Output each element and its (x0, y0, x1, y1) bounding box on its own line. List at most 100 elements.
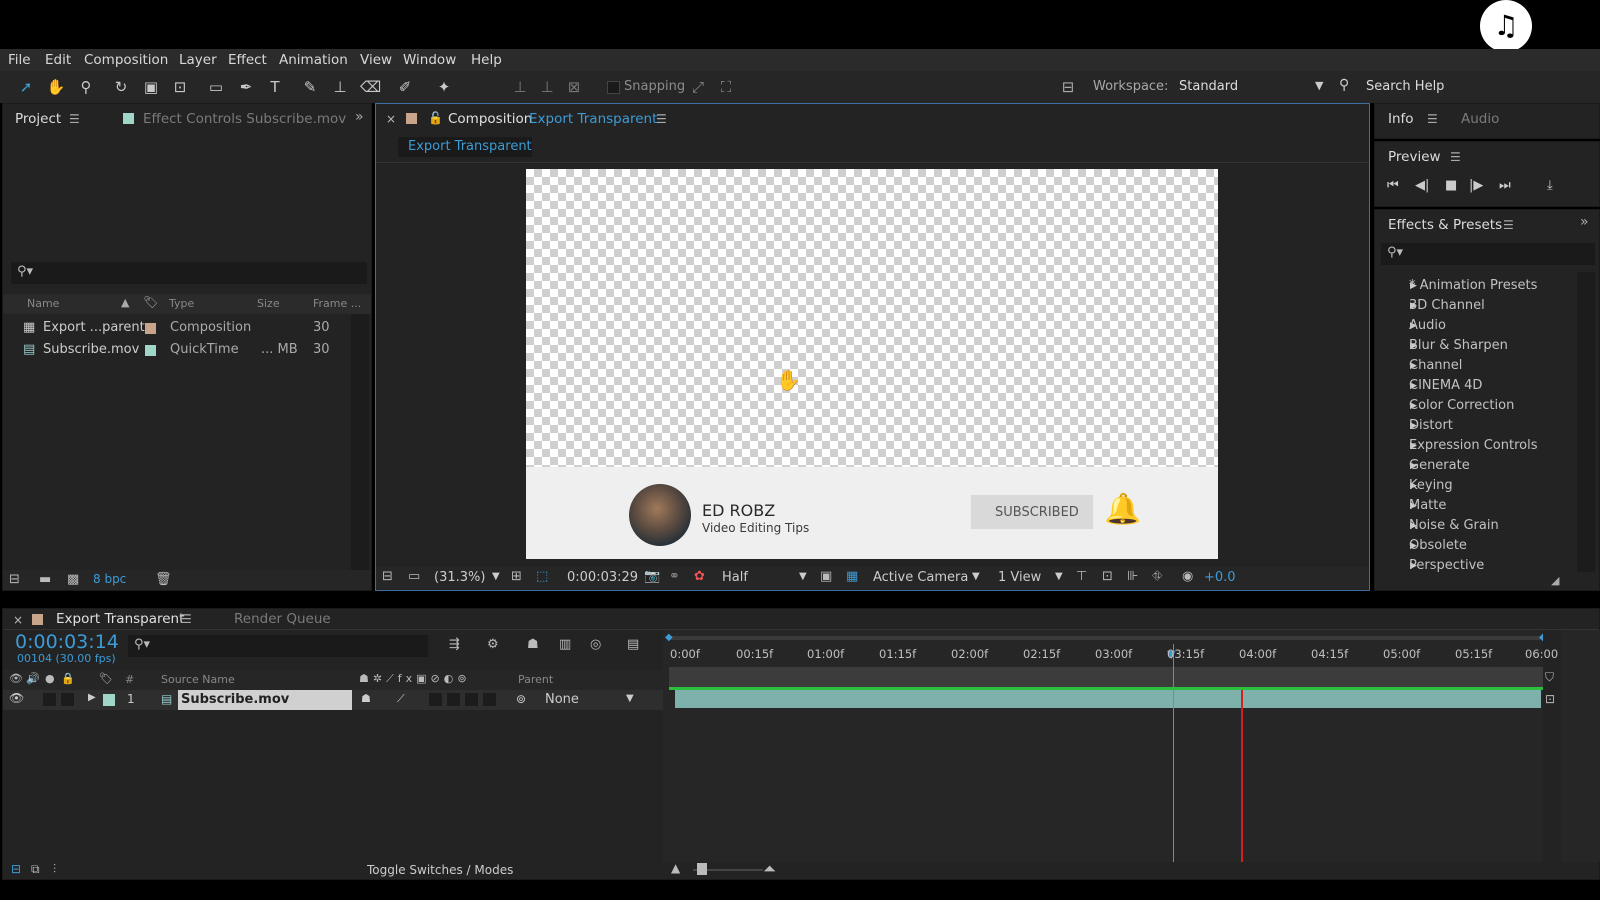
text-tool-icon[interactable]: T (265, 77, 285, 97)
project-search-input[interactable]: ⚲▾ (11, 262, 367, 284)
transparent-canvas[interactable] (526, 169, 1218, 467)
menu-icon[interactable]: ☰ (181, 612, 192, 626)
menu-icon[interactable]: ☰ (656, 112, 667, 126)
3d-layer-switch[interactable] (483, 693, 496, 706)
axis-local-icon[interactable]: ⊥ (510, 77, 530, 97)
trash-icon[interactable]: 🗑 (155, 572, 172, 587)
exposure-reset-icon[interactable]: ◉ (1182, 569, 1193, 584)
zoom-out-icon[interactable]: ▲ (671, 861, 680, 875)
timeline-icon[interactable]: ⊪ (1127, 569, 1138, 584)
lock-switch[interactable] (61, 693, 74, 706)
current-time[interactable]: 0:00:03:14 (15, 631, 119, 653)
zoom-tool-icon[interactable]: ⚲ (76, 77, 96, 97)
playhead-line[interactable] (1173, 644, 1174, 864)
project-scrollbar[interactable] (351, 314, 369, 570)
menu-icon[interactable]: ☰ (1503, 218, 1514, 232)
effect-category[interactable]: Noise & Grain (1409, 518, 1499, 533)
motion-blur-icon[interactable]: ◎ (590, 637, 601, 652)
close-icon[interactable]: × (386, 112, 396, 126)
chevron-down-icon[interactable]: ▼ (626, 693, 634, 704)
visibility-eye-icon[interactable]: 👁 (9, 691, 24, 705)
first-frame-icon[interactable]: ⏮ (1387, 178, 1399, 193)
workspace-icon[interactable]: ⊟ (1058, 77, 1078, 97)
hand-tool-icon[interactable]: ✋ (46, 77, 66, 97)
lock-icon[interactable]: 🔓 (428, 111, 443, 125)
layer-duration-bar[interactable] (675, 690, 1541, 708)
timeline-track-area[interactable]: ◆ ◆ ▼ ⛉ ⊡ (663, 630, 1600, 864)
shy-layers-icon[interactable]: ☗ (527, 637, 539, 652)
fast-preview-icon[interactable]: ⊡ (1102, 569, 1113, 584)
panel-overflow-icon[interactable]: » (1580, 214, 1589, 230)
col-type[interactable]: Type (169, 297, 194, 310)
menu-icon[interactable]: ☰ (1427, 112, 1438, 126)
panel-overflow-icon[interactable]: » (355, 109, 364, 125)
layer-name-field[interactable]: Subscribe.mov (178, 690, 352, 710)
tab-effect-controls[interactable]: Effect Controls Subscribe.mov (143, 111, 346, 127)
frame-blending-icon[interactable]: ▥ (559, 637, 571, 652)
zoom-select[interactable]: (31.3%) (434, 570, 485, 585)
close-icon[interactable]: × (13, 613, 23, 627)
breadcrumb[interactable]: Export Transparent (398, 137, 532, 157)
menu-effect[interactable]: Effect (228, 52, 267, 68)
effect-switch[interactable] (429, 693, 442, 706)
rectangle-tool-icon[interactable]: ▭ (206, 77, 226, 97)
menu-icon[interactable]: ☰ (69, 112, 80, 126)
transparency-grid-icon[interactable]: ▦ (846, 569, 858, 584)
roi-icon[interactable]: ⬚ (536, 569, 548, 584)
tab-audio[interactable]: Audio (1461, 111, 1499, 127)
tab-comp-name[interactable]: Export Transparent (529, 111, 657, 127)
effect-category[interactable]: Matte (1409, 498, 1446, 513)
effects-scrollbar[interactable] (1577, 272, 1595, 572)
list-item[interactable]: ▤ Subscribe.mov QuickTime ... MB 30 (3, 339, 353, 361)
chevron-down-icon[interactable]: ▼ (799, 571, 807, 582)
fast-previews-icon[interactable]: ▣ (820, 569, 832, 584)
always-preview-icon[interactable]: ⊟ (382, 569, 393, 584)
layer-marker-icon[interactable]: ⊡ (1545, 692, 1555, 706)
effect-category[interactable]: Distort (1409, 418, 1453, 433)
time-navigator[interactable] (669, 667, 1543, 687)
work-area-bar[interactable] (669, 636, 1543, 640)
menu-view[interactable]: View (360, 52, 392, 68)
in-out-icon[interactable]: ⫶ (53, 862, 56, 877)
tab-render-queue[interactable]: Render Queue (234, 611, 331, 627)
snapping-checkbox[interactable] (607, 81, 620, 94)
next-frame-icon[interactable]: |▶ (1469, 178, 1483, 193)
shy-switch-icon[interactable]: ☗ (361, 692, 371, 705)
roto-brush-tool-icon[interactable]: ✐ (395, 77, 415, 97)
effect-category[interactable]: Audio (1409, 318, 1446, 333)
transfer-controls-icon[interactable]: ⧉ (31, 862, 40, 877)
exposure-value[interactable]: +0.0 (1204, 570, 1236, 585)
camera-icon[interactable]: 📷 (644, 569, 660, 584)
workspace-select[interactable]: Standard (1179, 79, 1238, 94)
list-item[interactable]: ▦ Export ...parent Composition 30 ⛗ (3, 317, 362, 339)
effect-category[interactable]: Channel (1409, 358, 1462, 373)
effect-category[interactable]: 3D Channel (1409, 298, 1485, 313)
label-swatch[interactable] (145, 345, 156, 356)
rotate-tool-icon[interactable]: ↻ (111, 77, 131, 97)
pick-whip-icon[interactable]: ⊚ (516, 692, 526, 706)
effect-category[interactable]: Blur & Sharpen (1409, 338, 1508, 353)
menu-help[interactable]: Help (471, 52, 502, 68)
effect-category[interactable]: Perspective (1409, 558, 1484, 573)
clone-stamp-tool-icon[interactable]: ⊥ (330, 77, 350, 97)
new-composition-icon[interactable]: ▩ (67, 572, 79, 587)
menu-animation[interactable]: Animation (279, 52, 348, 68)
workspace-dropdown-icon[interactable]: ▼ (1315, 79, 1323, 92)
effect-category[interactable]: Keying (1409, 478, 1453, 493)
col-size[interactable]: Size (257, 297, 280, 310)
stop-icon[interactable]: ■ (1445, 178, 1457, 193)
menu-file[interactable]: File (8, 52, 31, 68)
puppet-tool-icon[interactable]: ✦ (434, 77, 454, 97)
layer-switches-icon[interactable]: ⊟ (11, 862, 21, 876)
parent-select[interactable]: None (545, 692, 579, 707)
selection-tool-icon[interactable]: ➚ (16, 77, 36, 97)
work-area-start-icon[interactable]: ◆ (665, 632, 673, 643)
chevron-down-icon[interactable]: ▼ (972, 571, 980, 582)
effect-category[interactable]: Expression Controls (1409, 438, 1537, 453)
snap-edges-icon[interactable]: ⤢ (688, 77, 708, 97)
bell-icon[interactable]: 🔔 (1104, 492, 1141, 527)
monitor-icon[interactable]: ▭ (408, 569, 420, 584)
eraser-tool-icon[interactable]: ⌫ (360, 77, 381, 97)
chevron-down-icon[interactable]: ▼ (1055, 571, 1063, 582)
viewer-timecode[interactable]: 0:00:03:29 (567, 570, 638, 585)
